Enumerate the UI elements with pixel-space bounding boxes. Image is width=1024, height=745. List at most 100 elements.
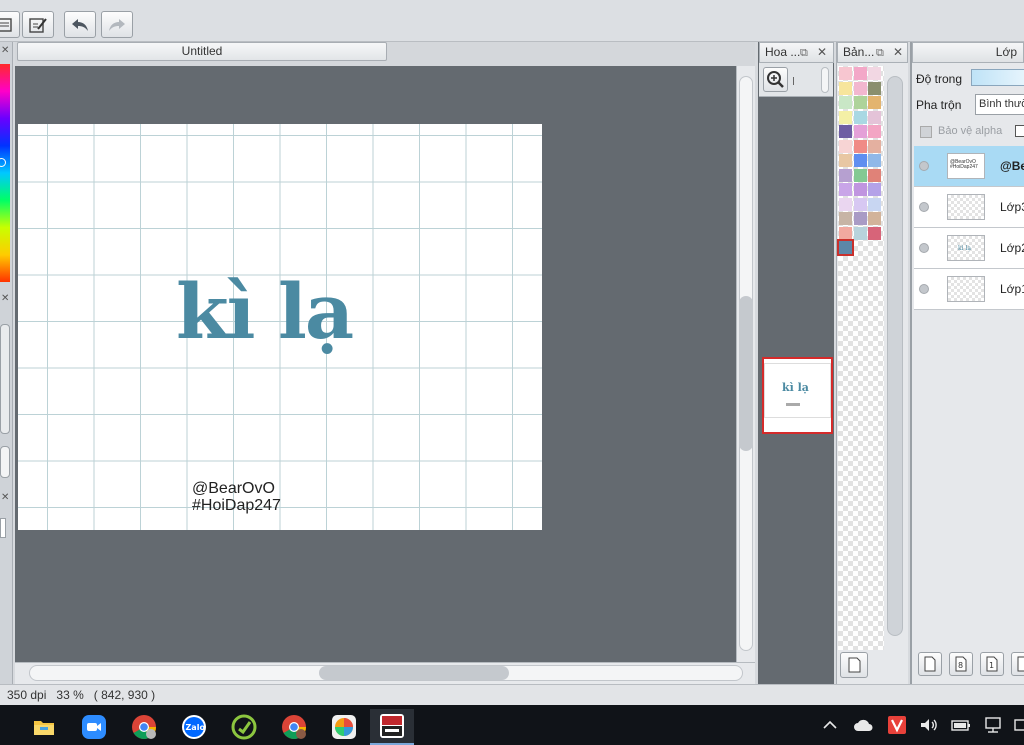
green-swirl-icon (231, 714, 257, 740)
taskbar-zalo[interactable]: Zalo (172, 709, 216, 745)
antivirus-tray[interactable] (886, 713, 908, 737)
visibility-icon[interactable] (919, 202, 929, 212)
color-swatch[interactable] (839, 212, 852, 225)
color-swatch[interactable] (853, 154, 867, 167)
battery-icon (951, 720, 970, 731)
color-swatch[interactable] (839, 183, 852, 196)
color-swatch[interactable] (868, 197, 881, 211)
color-swatch[interactable] (839, 154, 852, 167)
protect-alpha-checkbox[interactable] (920, 126, 932, 138)
add-swatch-button[interactable] (840, 652, 868, 678)
layer-thumbnail (947, 194, 985, 220)
document-tab[interactable]: Untitled (17, 42, 387, 61)
color-swatch[interactable] (839, 125, 852, 138)
color-swatch[interactable] (853, 197, 867, 211)
swatch-scrollbar[interactable] (885, 66, 906, 650)
popout-icon[interactable]: ⧉ (800, 43, 808, 62)
blend-mode-select[interactable]: Bình thường (975, 94, 1024, 115)
color-swatch[interactable] (853, 125, 867, 138)
color-swatch[interactable] (853, 168, 867, 182)
taskbar-app-green[interactable] (222, 709, 266, 745)
battery-tray[interactable] (950, 713, 972, 737)
color-swatch[interactable] (853, 81, 867, 95)
visibility-icon[interactable] (919, 161, 929, 171)
color-swatch[interactable] (853, 139, 867, 153)
popout-icon[interactable]: ⧉ (876, 43, 884, 62)
input-language-tray[interactable] (1012, 713, 1024, 737)
color-swatch[interactable] (839, 67, 852, 80)
clipping-checkbox[interactable] (1015, 125, 1024, 137)
color-swatch[interactable] (868, 96, 881, 109)
color-swatch[interactable] (839, 110, 852, 124)
vertical-scrollbar[interactable] (736, 66, 755, 662)
hue-slider[interactable] (0, 64, 10, 282)
color-swatch[interactable] (839, 81, 852, 95)
color-swatch[interactable] (839, 96, 852, 109)
taskbar-firealpaca[interactable] (370, 709, 414, 745)
scroll-thumb[interactable] (739, 296, 753, 451)
color-swatch[interactable] (853, 96, 867, 109)
close-icon[interactable]: ✕ (893, 43, 903, 62)
color-swatch[interactable] (853, 183, 867, 196)
onedrive-tray[interactable] (852, 713, 874, 737)
color-swatch[interactable] (868, 67, 881, 80)
visibility-icon[interactable] (919, 284, 929, 294)
opacity-slider[interactable] (971, 69, 1024, 86)
color-swatch[interactable] (868, 110, 881, 124)
layer-row[interactable]: Lớp1 (914, 269, 1024, 310)
scroll-thumb[interactable] (319, 666, 509, 680)
color-swatch[interactable] (868, 154, 881, 167)
taskbar-chrome-profile-1[interactable] (122, 709, 166, 745)
navigator-preview[interactable]: kì lạ (762, 357, 833, 434)
color-swatch[interactable] (868, 212, 881, 225)
new-1bit-layer-button[interactable]: 1 (980, 652, 1004, 676)
video-camera-icon (82, 715, 106, 739)
close-icon[interactable]: ✕ (817, 43, 827, 62)
new-8bit-layer-button[interactable]: 8 (949, 652, 973, 676)
layer-row[interactable]: Lớp3 (914, 187, 1024, 228)
zoom-readout: 33 % (56, 688, 84, 702)
redo-button[interactable] (101, 11, 133, 38)
new-layer-button[interactable] (918, 652, 942, 676)
scroll-track[interactable] (887, 76, 903, 636)
color-swatch[interactable] (853, 226, 867, 240)
edit-button[interactable] (22, 11, 54, 38)
taskbar-file-explorer[interactable] (22, 709, 66, 745)
zoom-button[interactable] (763, 67, 788, 92)
color-swatch[interactable] (853, 110, 867, 124)
taskbar-paint-app[interactable] (322, 709, 366, 745)
close-icon[interactable]: ✕ (1, 46, 9, 56)
color-swatch[interactable] (868, 183, 881, 196)
taskbar-zoom-meetings[interactable] (72, 709, 116, 745)
show-hidden-icons[interactable] (821, 713, 839, 737)
color-swatch[interactable] (853, 212, 867, 225)
network-tray[interactable] (983, 713, 1005, 737)
layer-row[interactable]: kì lạ Lớp2 (914, 228, 1024, 269)
color-swatch[interactable] (868, 139, 881, 153)
color-swatch[interactable] (839, 168, 852, 182)
volume-tray[interactable] (917, 713, 941, 737)
color-swatch[interactable] (868, 168, 881, 182)
size-slider[interactable] (0, 446, 10, 478)
color-swatch[interactable] (853, 67, 867, 80)
drawing-paper[interactable]: kì lạ @BearOvO #HoiDap247 (18, 124, 542, 530)
tool-window-button[interactable] (0, 11, 20, 38)
color-swatch[interactable] (839, 226, 852, 240)
layer-row[interactable]: @BearOvO #HoiDap247 @Be (914, 146, 1024, 187)
color-swatch[interactable] (839, 197, 852, 211)
layer-options-button[interactable] (1011, 652, 1024, 676)
color-swatch[interactable] (868, 81, 881, 95)
color-swatch[interactable] (839, 139, 852, 153)
visibility-icon[interactable] (919, 243, 929, 253)
horizontal-scrollbar[interactable] (15, 662, 755, 684)
zoom-slider[interactable] (821, 67, 829, 93)
taskbar-chrome-profile-2[interactable] (272, 709, 316, 745)
close-icon[interactable]: ✕ (1, 294, 9, 304)
color-swatch[interactable] (868, 125, 881, 138)
undo-button[interactable] (64, 11, 96, 38)
tool-property-slider[interactable] (0, 324, 10, 434)
new-page-icon (924, 656, 936, 672)
close-icon[interactable]: ✕ (1, 493, 9, 503)
color-swatch[interactable] (868, 226, 881, 240)
color-swatch[interactable] (837, 239, 854, 256)
